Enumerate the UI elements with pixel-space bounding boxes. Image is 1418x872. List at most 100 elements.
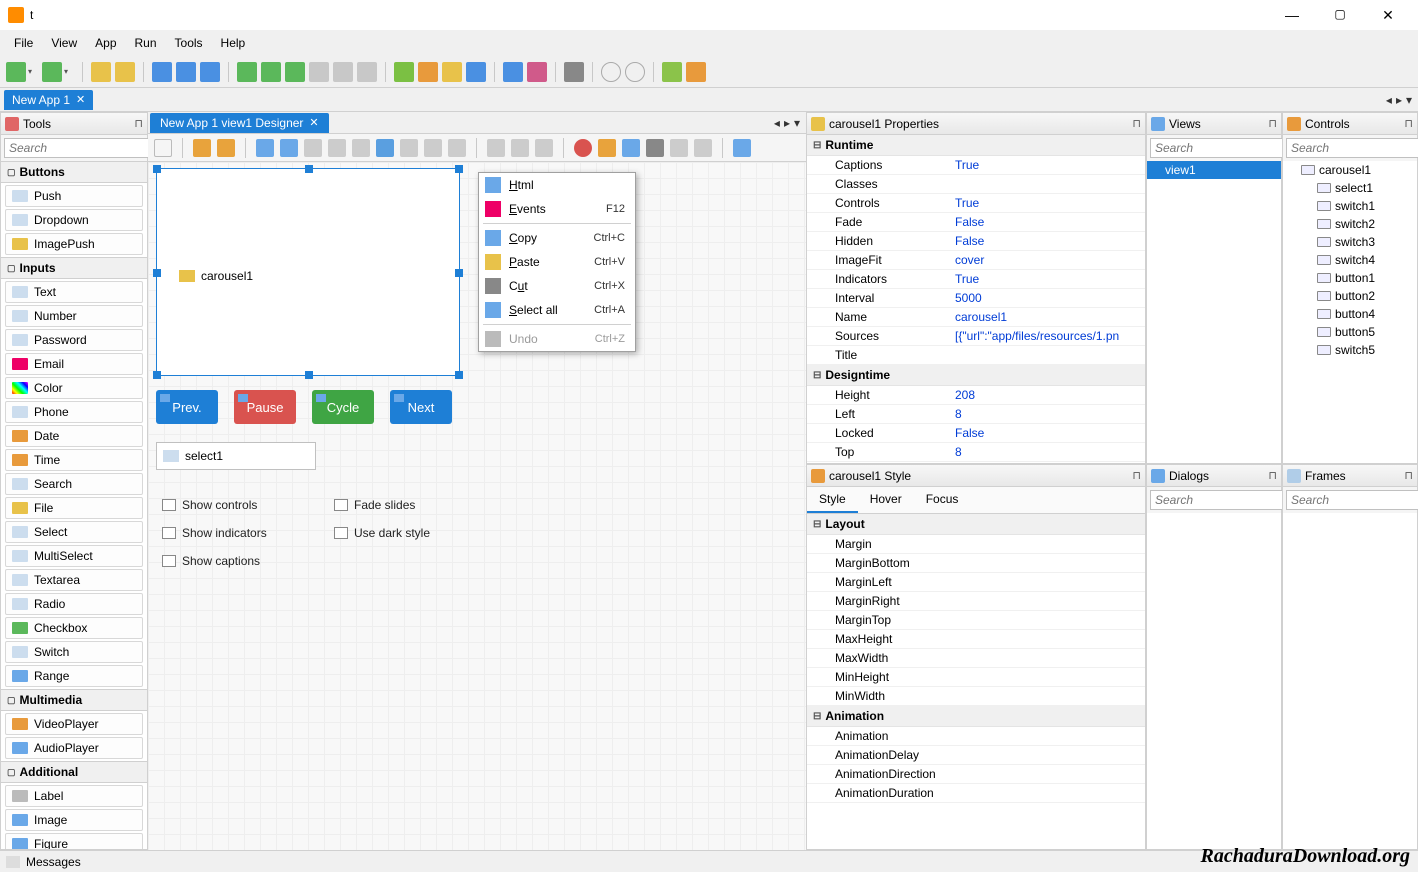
views-search-input[interactable] — [1150, 138, 1284, 158]
tools-search-input[interactable] — [4, 138, 150, 158]
tool-item[interactable]: Number — [5, 305, 143, 327]
property-value[interactable]: 8 — [955, 407, 962, 421]
style-row[interactable]: MinHeight — [807, 668, 1145, 687]
canvas-button[interactable]: Prev. — [156, 390, 218, 424]
designer-tab-close-icon[interactable]: ✕ — [309, 116, 318, 129]
style-group[interactable]: Layout — [807, 514, 1145, 535]
switch-widget[interactable]: Fade slides — [334, 498, 430, 512]
style-row[interactable]: MaxHeight — [807, 630, 1145, 649]
tree-item[interactable]: select1 — [1283, 179, 1417, 197]
tree-item[interactable]: button5 — [1283, 323, 1417, 341]
property-value[interactable]: True — [955, 158, 979, 172]
sort-icon[interactable] — [662, 62, 682, 82]
controls-search-input[interactable] — [1286, 138, 1418, 158]
tool-item[interactable]: Phone — [5, 401, 143, 423]
close-button[interactable]: ✕ — [1374, 7, 1402, 24]
property-value[interactable]: carousel1 — [955, 310, 1007, 324]
tree-item[interactable]: switch5 — [1283, 341, 1417, 359]
new-icon[interactable] — [6, 62, 26, 82]
style-row[interactable]: MarginTop — [807, 611, 1145, 630]
style-row[interactable]: AnimationDirection — [807, 765, 1145, 784]
copy-icon[interactable] — [256, 139, 274, 157]
unlock-icon[interactable] — [217, 139, 235, 157]
property-group[interactable]: Designtime — [807, 365, 1145, 386]
tool-item[interactable]: VideoPlayer — [5, 713, 143, 735]
tree-item[interactable]: button1 — [1283, 269, 1417, 287]
undo-icon[interactable] — [670, 139, 688, 157]
property-row[interactable]: ImageFitcover — [807, 251, 1145, 270]
lock-icon[interactable] — [193, 139, 211, 157]
pin-icon[interactable]: ⊓ — [1268, 117, 1277, 130]
canvas-button[interactable]: Next — [390, 390, 452, 424]
tool-item[interactable]: Password — [5, 329, 143, 351]
tree-item[interactable]: button4 — [1283, 305, 1417, 323]
add3-icon[interactable] — [285, 62, 305, 82]
cursor-icon[interactable] — [154, 139, 172, 157]
tool-item[interactable]: Radio — [5, 593, 143, 615]
tool-item[interactable]: Email — [5, 353, 143, 375]
pin-icon[interactable]: ⊓ — [1132, 117, 1141, 130]
app-tab-close-icon[interactable]: ✕ — [76, 93, 85, 106]
save-icon[interactable] — [152, 62, 172, 82]
align2-icon[interactable] — [328, 139, 346, 157]
property-row[interactable]: Classes — [807, 175, 1145, 194]
new2-drop-icon[interactable]: ▾ — [64, 67, 74, 76]
context-menu-item[interactable]: EventsF12 — [479, 197, 635, 221]
property-row[interactable]: CaptionsTrue — [807, 156, 1145, 175]
tab-prev-icon[interactable]: ◂ — [1386, 93, 1392, 107]
context-menu-item[interactable]: Html — [479, 173, 635, 197]
design-canvas[interactable]: carousel1 Prev.PauseCycleNext select1 Sh… — [148, 162, 806, 850]
tool-item[interactable]: File — [5, 497, 143, 519]
designer-next-icon[interactable]: ▸ — [784, 116, 790, 130]
new-drop-icon[interactable]: ▾ — [28, 67, 38, 76]
maximize-button[interactable]: ▢ — [1326, 7, 1354, 24]
minimize-button[interactable]: — — [1278, 7, 1306, 24]
tool-item[interactable]: Figure — [5, 833, 143, 849]
style-body[interactable]: LayoutMarginMarginBottomMarginLeftMargin… — [807, 514, 1145, 849]
tool-item[interactable]: Label — [5, 785, 143, 807]
properties-body[interactable]: RuntimeCaptionsTrueClassesControlsTrueFa… — [807, 135, 1145, 463]
run-icon[interactable] — [394, 62, 414, 82]
property-value[interactable]: False — [955, 426, 984, 440]
style-row[interactable]: MarginRight — [807, 592, 1145, 611]
property-row[interactable]: FadeFalse — [807, 213, 1145, 232]
property-row[interactable]: LockedFalse — [807, 424, 1145, 443]
tree-item[interactable]: switch2 — [1283, 215, 1417, 233]
flag-icon[interactable] — [527, 62, 547, 82]
style-row[interactable]: MarginLeft — [807, 573, 1145, 592]
cut-icon[interactable] — [646, 139, 664, 157]
tool-item[interactable]: Textarea — [5, 569, 143, 591]
tool-item[interactable]: Color — [5, 377, 143, 399]
canvas-button[interactable]: Cycle — [312, 390, 374, 424]
select-widget[interactable]: select1 — [156, 442, 316, 470]
property-row[interactable]: ControlsTrue — [807, 194, 1145, 213]
tools-category[interactable]: Buttons — [1, 161, 147, 183]
add2-icon[interactable] — [261, 62, 281, 82]
open-recent-icon[interactable] — [115, 62, 135, 82]
tab-hover[interactable]: Hover — [858, 487, 914, 513]
menu-run[interactable]: Run — [127, 32, 165, 54]
clipboard-icon[interactable] — [598, 139, 616, 157]
redo-icon[interactable] — [694, 139, 712, 157]
style-row[interactable]: AnimationDelay — [807, 746, 1145, 765]
save-all-icon[interactable] — [176, 62, 196, 82]
dialogs-search-input[interactable] — [1150, 490, 1284, 510]
property-row[interactable]: Top8 — [807, 443, 1145, 462]
property-row[interactable]: Namecarousel1 — [807, 308, 1145, 327]
tool-item[interactable]: Text — [5, 281, 143, 303]
property-row[interactable]: Left8 — [807, 405, 1145, 424]
pin-icon[interactable]: ⊓ — [1404, 469, 1413, 482]
tool-item[interactable]: Search — [5, 473, 143, 495]
frames-search-input[interactable] — [1286, 490, 1418, 510]
context-menu-item[interactable]: CopyCtrl+C — [479, 226, 635, 250]
property-value[interactable]: 208 — [955, 388, 975, 402]
play-icon[interactable] — [601, 62, 621, 82]
pin-icon[interactable]: ⊓ — [1268, 469, 1277, 482]
property-value[interactable]: cover — [955, 253, 984, 267]
style-row[interactable]: Animation — [807, 727, 1145, 746]
save-as-icon[interactable] — [200, 62, 220, 82]
tab-menu-icon[interactable]: ▾ — [1406, 93, 1412, 107]
property-group[interactable]: Runtime — [807, 135, 1145, 156]
tree-item[interactable]: switch4 — [1283, 251, 1417, 269]
tab-focus[interactable]: Focus — [914, 487, 971, 513]
